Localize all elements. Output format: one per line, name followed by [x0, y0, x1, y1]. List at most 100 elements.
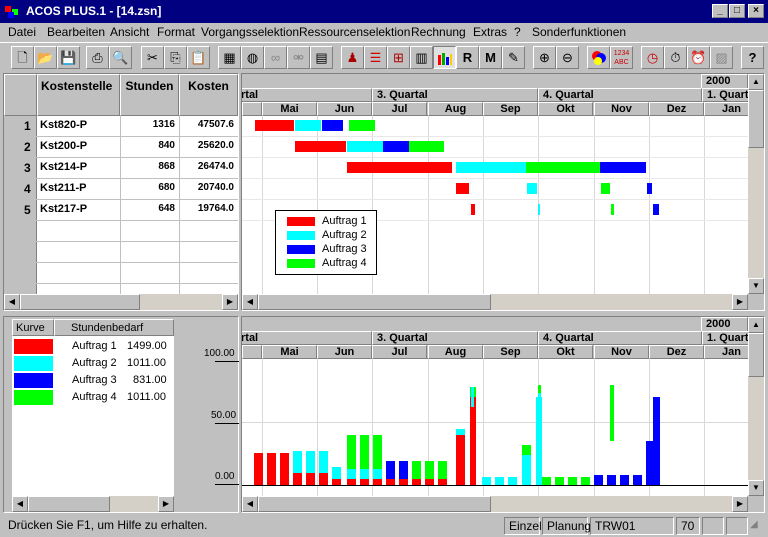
curve-swatch[interactable] — [14, 339, 53, 354]
zoom-out-icon[interactable]: ⊖ — [556, 46, 579, 69]
alarm-icon[interactable]: ⏰ — [687, 46, 710, 69]
copy-icon[interactable]: ⎘ — [164, 46, 187, 69]
col-header-kostenstelle[interactable]: Kostenstelle — [37, 74, 120, 116]
curve-hscrollbar[interactable]: ◀ ▶ — [12, 496, 174, 512]
menu-vorgangsselektion[interactable]: Vorgangsselektion — [201, 25, 299, 39]
scroll-thumb[interactable] — [20, 294, 140, 310]
open-folder-icon[interactable]: 📂 — [34, 46, 57, 69]
scroll-left-icon[interactable]: ◀ — [4, 294, 20, 310]
scroll-left-icon[interactable]: ◀ — [242, 294, 258, 310]
table-row[interactable]: 4 Kst211-P 680 20740.0 — [4, 179, 238, 200]
gantt-hscrollbar[interactable]: ◀ ▶ — [242, 294, 764, 310]
curve-swatch[interactable] — [14, 390, 53, 405]
m-icon[interactable]: M — [479, 46, 502, 69]
histogram-bar — [610, 385, 614, 441]
paste-icon[interactable]: 📋 — [187, 46, 210, 69]
scroll-right-icon[interactable]: ▶ — [222, 294, 238, 310]
scroll-thumb[interactable] — [748, 90, 764, 148]
resources-icon[interactable]: ♟ — [341, 46, 364, 69]
scroll-up-icon[interactable]: ▲ — [748, 317, 764, 333]
network-icon[interactable]: ⊞ — [387, 46, 410, 69]
resize-grip-icon[interactable]: ◢ — [750, 519, 764, 533]
menu-rechnung[interactable]: Rechnung — [411, 25, 466, 39]
table-row[interactable]: 1 Kst820-P 1316 47507.6 — [4, 116, 238, 137]
col-header-kurve[interactable]: Kurve — [12, 319, 54, 336]
histogram-bar — [482, 477, 491, 485]
scroll-down-icon[interactable]: ▼ — [748, 278, 764, 294]
menu-help[interactable]: ? — [514, 25, 521, 39]
table-icon[interactable]: ▥ — [410, 46, 433, 69]
menu-format[interactable]: Format — [157, 25, 195, 39]
numbers-icon[interactable]: 1234 ABC — [610, 46, 633, 69]
table-row[interactable]: 5 Kst217-P 648 19764.0 — [4, 200, 238, 221]
scroll-down-icon[interactable]: ▼ — [748, 480, 764, 496]
unlink-icon[interactable]: ⚮ — [287, 46, 310, 69]
scroll-thumb[interactable] — [258, 496, 491, 512]
table-row-empty[interactable] — [4, 263, 238, 284]
pen-icon[interactable]: ✎ — [502, 46, 525, 69]
month-label: Mai — [262, 102, 317, 116]
clock-icon[interactable]: ◷ — [641, 46, 664, 69]
legend-label: Auftrag 2 — [322, 229, 367, 241]
histogram-bar — [293, 451, 302, 473]
gantt-bar — [295, 120, 321, 131]
cell-kostenstelle: Kst200-P — [40, 140, 88, 152]
scroll-thumb[interactable] — [748, 333, 764, 377]
col-header-stunden[interactable]: Stunden — [120, 74, 179, 116]
menu-ansicht[interactable]: Ansicht — [110, 25, 149, 39]
scroll-right-icon[interactable]: ▶ — [732, 496, 748, 512]
table-hscrollbar[interactable]: ◀ ▶ — [4, 294, 238, 310]
menu-sonderfunktionen[interactable]: Sonderfunktionen — [532, 25, 626, 39]
menu-datei[interactable]: Datei — [8, 25, 36, 39]
grid-line — [704, 359, 705, 496]
close-button[interactable]: × — [748, 4, 764, 18]
globe-icon[interactable]: ◍ — [241, 46, 264, 69]
histogram-hscrollbar[interactable]: ◀ ▶ — [242, 496, 764, 512]
table-row-empty[interactable] — [4, 242, 238, 263]
menu-ressourcenselektion[interactable]: Ressourcenselektion — [299, 25, 410, 39]
scroll-right-icon[interactable]: ▶ — [158, 496, 174, 512]
gantt-vscrollbar[interactable]: ▲ ▼ — [748, 74, 764, 294]
help-icon[interactable]: ? — [741, 46, 764, 69]
curve-swatch[interactable] — [14, 356, 53, 371]
histogram-bar — [658, 397, 660, 485]
save-icon[interactable]: 💾 — [57, 46, 80, 69]
histogram-bar — [306, 451, 315, 473]
scroll-right-icon[interactable]: ▶ — [732, 294, 748, 310]
minimize-button[interactable]: _ — [712, 4, 728, 18]
curve-swatch[interactable] — [14, 373, 53, 388]
calendar-icon[interactable]: ▤ — [310, 46, 333, 69]
cut-icon[interactable]: ✂ — [141, 46, 164, 69]
table-row-empty[interactable] — [4, 221, 238, 242]
scroll-thumb[interactable] — [28, 496, 110, 512]
scroll-left-icon[interactable]: ◀ — [12, 496, 28, 512]
colors-icon[interactable] — [587, 46, 610, 69]
print-icon[interactable]: ⎙ — [86, 46, 109, 69]
y-tick-label: 50.00 — [211, 410, 237, 421]
scroll-thumb[interactable] — [258, 294, 491, 310]
col-header-kosten[interactable]: Kosten — [179, 74, 238, 116]
calc-icon[interactable]: ▦ — [218, 46, 241, 69]
table-row[interactable]: 2 Kst200-P 840 25620.0 — [4, 137, 238, 158]
table-row[interactable]: 3 Kst214-P 868 26474.0 — [4, 158, 238, 179]
chart-icon[interactable]: ▨ — [710, 46, 733, 69]
new-file-icon[interactable]: 🗋 — [11, 46, 34, 69]
menu-extras[interactable]: Extras — [473, 25, 507, 39]
histogram-icon[interactable] — [433, 46, 456, 69]
link-icon[interactable]: ∞ — [264, 46, 287, 69]
print-preview-icon[interactable]: 🔍 — [109, 46, 132, 69]
gantt-icon[interactable]: ☰ — [364, 46, 387, 69]
corner-cell[interactable] — [4, 74, 37, 116]
r-icon[interactable]: R — [456, 46, 479, 69]
col-header-stundenbedarf[interactable]: Stundenbedarf — [54, 319, 174, 336]
histogram-vscrollbar[interactable]: ▲ ▼ — [748, 317, 764, 496]
scroll-up-icon[interactable]: ▲ — [748, 74, 764, 90]
menu-bearbeiten[interactable]: Bearbeiten — [47, 25, 105, 39]
scroll-left-icon[interactable]: ◀ — [242, 496, 258, 512]
histogram-bar — [347, 469, 356, 479]
gantt-bar — [538, 204, 540, 215]
timer-icon[interactable]: ⏱ — [664, 46, 687, 69]
grid-line — [372, 359, 373, 496]
zoom-in-icon[interactable]: ⊕ — [533, 46, 556, 69]
maximize-button[interactable]: □ — [729, 4, 745, 18]
